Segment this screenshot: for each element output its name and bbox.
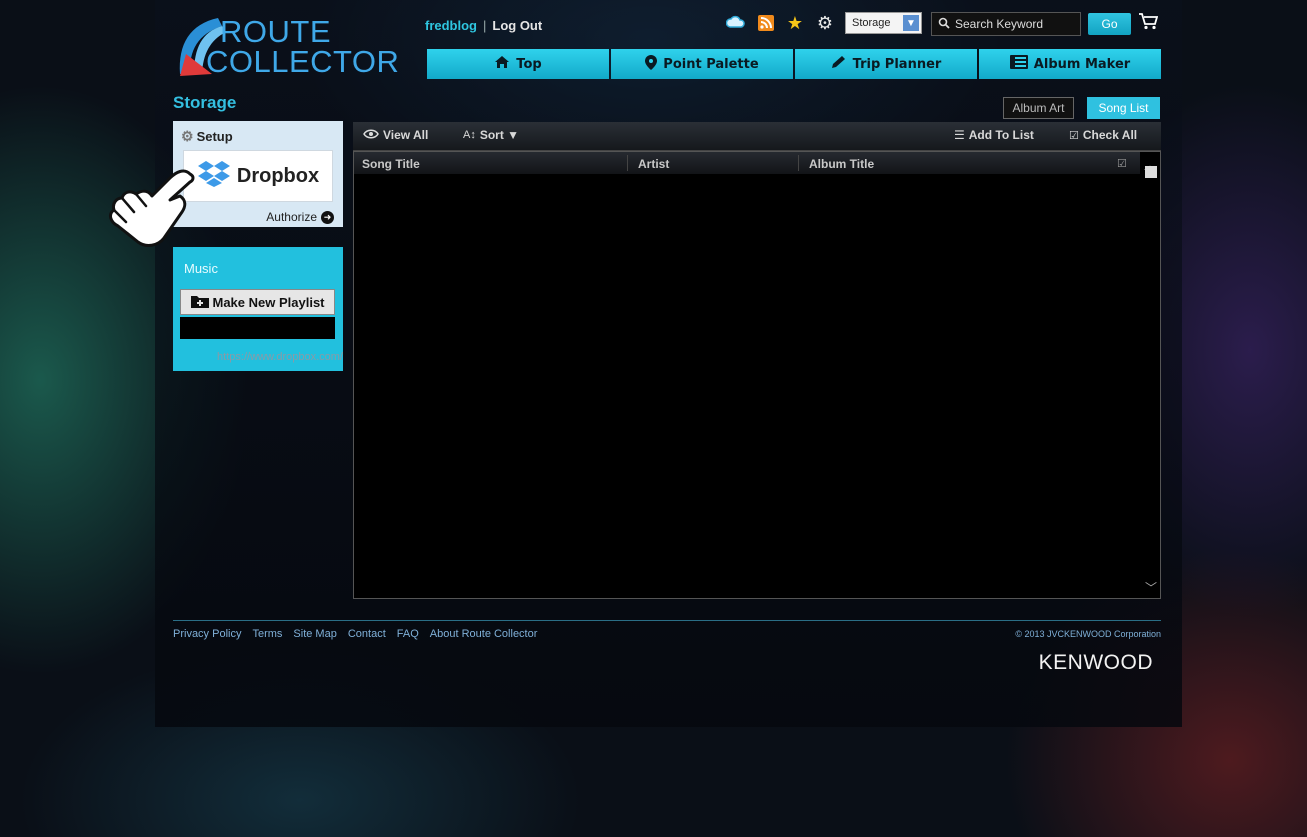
nav-tab-trip-planner[interactable]: Trip Planner bbox=[795, 49, 977, 79]
setup-title: ⚙ Setup bbox=[181, 128, 233, 145]
music-title: Music bbox=[184, 261, 218, 276]
list-toolbar: View All A↕ Sort ▼ ☰ Add To List ☑ Check… bbox=[353, 122, 1161, 151]
rss-icon[interactable] bbox=[756, 13, 776, 33]
footer-link-privacy[interactable]: Privacy Policy bbox=[173, 628, 241, 640]
chevron-down-icon[interactable]: ﹀ bbox=[1145, 579, 1157, 596]
copyright: © 2013 JVCKENWOOD Corporation bbox=[1015, 629, 1161, 639]
kenwood-logo: KENWOOD bbox=[1038, 651, 1153, 674]
setup-title-text: Setup bbox=[196, 129, 233, 144]
list-icon: ☰ bbox=[954, 128, 965, 142]
dropbox-button[interactable]: Dropbox bbox=[183, 150, 333, 202]
home-icon bbox=[494, 55, 510, 73]
checkbox-icon: ☑ bbox=[1069, 129, 1079, 142]
search-input[interactable]: Search Keyword bbox=[931, 12, 1081, 36]
authorize-link[interactable]: Authorize ➜ bbox=[266, 210, 334, 224]
logo-line-2: COLLECTOR bbox=[206, 44, 400, 79]
user-area: fredblog | Log Out bbox=[425, 18, 542, 33]
footer-link-terms[interactable]: Terms bbox=[252, 628, 282, 640]
main-nav: Top Point Palette Trip Planner Album Mak… bbox=[427, 49, 1161, 79]
cloud-icon[interactable] bbox=[726, 13, 746, 33]
column-song-title[interactable]: Song Title bbox=[362, 157, 420, 171]
footer-link-contact[interactable]: Contact bbox=[348, 628, 386, 640]
nav-tab-point-palette[interactable]: Point Palette bbox=[611, 49, 793, 79]
song-list-table: Song Title Artist Album Title ☑ ︿ ﹀ bbox=[353, 151, 1161, 599]
sort-label: Sort ▼ bbox=[479, 128, 520, 142]
add-to-list-button[interactable]: ☰ Add To List bbox=[954, 128, 1034, 142]
sort-icon: A↕ bbox=[463, 129, 476, 141]
footer-divider bbox=[173, 620, 1161, 621]
add-to-list-label: Add To List bbox=[968, 128, 1034, 142]
gear-icon[interactable]: ⚙ bbox=[815, 13, 835, 33]
footer-link-about[interactable]: About Route Collector bbox=[430, 628, 538, 640]
view-all-button[interactable]: View All bbox=[363, 128, 428, 142]
column-divider bbox=[798, 155, 799, 171]
sort-button[interactable]: A↕ Sort ▼ bbox=[463, 128, 519, 142]
new-folder-icon bbox=[190, 294, 209, 311]
setup-panel: ⚙ Setup Dropbox Authorize ➜ bbox=[173, 121, 343, 227]
storage-select[interactable]: Storage ▼ bbox=[845, 12, 922, 34]
table-header: Song Title Artist Album Title ☑ bbox=[354, 152, 1140, 174]
make-new-playlist-label: Make New Playlist bbox=[212, 294, 325, 310]
tab-song-list[interactable]: Song List bbox=[1087, 97, 1160, 119]
column-divider bbox=[627, 155, 628, 171]
logo-line-1: ROUTE bbox=[220, 14, 331, 49]
view-all-label: View All bbox=[383, 128, 429, 142]
star-icon[interactable]: ★ bbox=[785, 13, 805, 33]
route-collector-logo[interactable]: ROUTE COLLECTOR bbox=[172, 14, 408, 84]
footer-link-sitemap[interactable]: Site Map bbox=[293, 628, 336, 640]
tab-album-art[interactable]: Album Art bbox=[1003, 97, 1074, 119]
username-link[interactable]: fredblog bbox=[425, 18, 477, 33]
arrow-right-circle-icon: ➜ bbox=[321, 210, 334, 224]
footer-links: Privacy Policy Terms Site Map Contact FA… bbox=[173, 628, 537, 640]
nav-tab-label: Trip Planner bbox=[852, 56, 942, 72]
chevron-down-icon: ▼ bbox=[903, 15, 919, 31]
select-all-checkbox-icon[interactable]: ☑ bbox=[1117, 157, 1127, 170]
check-all-button[interactable]: ☑ Check All bbox=[1069, 128, 1137, 142]
nav-tab-label: Top bbox=[516, 56, 542, 72]
page-title: Storage bbox=[173, 93, 237, 112]
storage-select-value: Storage bbox=[852, 17, 891, 29]
footer-link-faq[interactable]: FAQ bbox=[397, 628, 419, 640]
nav-tab-top[interactable]: Top bbox=[427, 49, 609, 79]
playlist-area bbox=[180, 317, 335, 339]
list-scrollbar[interactable]: ︿ ﹀ bbox=[1142, 152, 1160, 598]
make-new-playlist-button[interactable]: Make New Playlist bbox=[180, 289, 335, 315]
logout-link[interactable]: Log Out bbox=[492, 18, 542, 33]
user-separator: | bbox=[483, 18, 487, 33]
dropbox-icon bbox=[197, 160, 231, 193]
dropbox-url[interactable]: https://www.dropbox.com/ bbox=[173, 351, 343, 363]
dropbox-label: Dropbox bbox=[236, 164, 320, 187]
column-artist[interactable]: Artist bbox=[638, 157, 669, 171]
map-pin-icon bbox=[645, 54, 658, 74]
eye-icon bbox=[363, 128, 379, 142]
check-all-label: Check All bbox=[1082, 128, 1138, 142]
authorize-label: Authorize bbox=[266, 210, 317, 224]
nav-tab-label: Album Maker bbox=[1033, 56, 1131, 72]
nav-tab-label: Point Palette bbox=[663, 56, 759, 72]
pencil-icon bbox=[831, 55, 847, 73]
nav-tab-album-maker[interactable]: Album Maker bbox=[979, 49, 1161, 79]
pointing-hand-icon bbox=[106, 160, 196, 248]
scroll-thumb[interactable] bbox=[1145, 166, 1157, 178]
album-icon bbox=[1009, 55, 1028, 73]
column-album-title[interactable]: Album Title bbox=[809, 157, 874, 171]
search-placeholder: Search Keyword bbox=[955, 17, 1044, 31]
search-icon bbox=[938, 17, 950, 32]
cart-icon[interactable] bbox=[1138, 12, 1159, 35]
go-button[interactable]: Go bbox=[1088, 13, 1131, 35]
gear-icon: ⚙ bbox=[181, 128, 194, 144]
